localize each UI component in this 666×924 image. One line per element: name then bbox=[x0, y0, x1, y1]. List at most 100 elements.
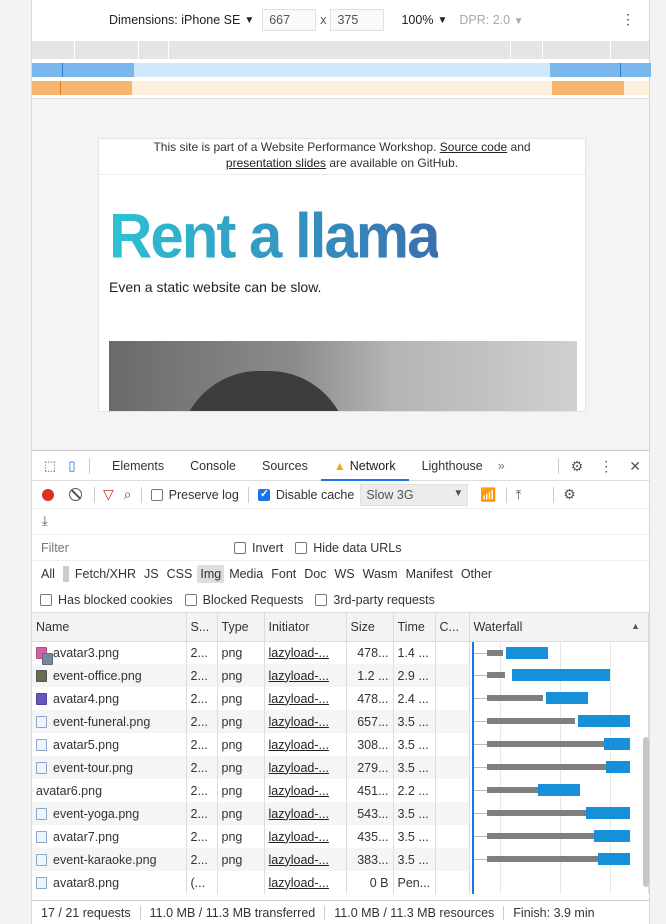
cell-status: 2... bbox=[186, 802, 218, 825]
type-filter-js[interactable]: JS bbox=[141, 565, 162, 583]
type-filter-all[interactable]: All bbox=[38, 565, 58, 583]
has-blocked-cookies-checkbox[interactable]: Has blocked cookies bbox=[40, 593, 173, 607]
cell-initiator[interactable]: lazyload-... bbox=[264, 641, 347, 664]
cell-initiator[interactable]: lazyload-... bbox=[264, 756, 347, 779]
type-filter-manifest[interactable]: Manifest bbox=[403, 565, 456, 583]
type-filter-other[interactable]: Other bbox=[458, 565, 495, 583]
type-filter-img[interactable]: Img bbox=[197, 565, 225, 583]
type-filter-fetch-xhr[interactable]: Fetch/XHR bbox=[72, 565, 139, 583]
cell-initiator[interactable]: lazyload-... bbox=[264, 687, 347, 710]
cell-cache bbox=[435, 687, 470, 710]
devtools-panel: ⬚ ▯ Elements Console Sources ▲ Network Li… bbox=[32, 450, 649, 924]
tab-elements[interactable]: Elements bbox=[99, 451, 177, 481]
cell-cache bbox=[435, 871, 470, 894]
table-scrollbar[interactable] bbox=[643, 737, 649, 887]
cell-waterfall bbox=[469, 848, 649, 871]
disable-cache-checkbox[interactable]: Disable cache bbox=[257, 487, 354, 502]
cell-initiator[interactable]: lazyload-... bbox=[264, 825, 347, 848]
hide-data-urls-checkbox[interactable]: Hide data URLs bbox=[295, 541, 402, 555]
device-toggle-icon[interactable]: ▯ bbox=[64, 458, 80, 474]
table-row[interactable]: event-yoga.png 2... png lazyload-... 543... 3… bbox=[32, 802, 649, 825]
network-settings-gear-icon[interactable]: ⚙ bbox=[563, 486, 576, 503]
cell-size: 308... bbox=[346, 733, 394, 756]
table-row[interactable]: avatar7.png 2... png lazyload-... 435... 3.5 … bbox=[32, 825, 649, 848]
table-row[interactable]: avatar4.png 2... png lazyload-... 478... 2.4 … bbox=[32, 687, 649, 710]
throttling-select[interactable]: Slow 3G ▼ bbox=[360, 483, 469, 506]
slides-link[interactable]: presentation slides bbox=[226, 156, 326, 170]
cell-cache bbox=[435, 641, 470, 664]
type-filter-css[interactable]: CSS bbox=[164, 565, 196, 583]
type-filter-media[interactable]: Media bbox=[226, 565, 266, 583]
table-row[interactable]: event-karaoke.png 2... png lazyload-... 383.… bbox=[32, 848, 649, 871]
media-query-bar-max[interactable] bbox=[32, 41, 649, 59]
table-row[interactable]: avatar8.png (... lazyload-... 0 B Pen... bbox=[32, 871, 649, 894]
column-name[interactable]: Name bbox=[32, 613, 187, 642]
tab-network[interactable]: ▲ Network bbox=[320, 451, 409, 481]
waterfall-waiting-bar bbox=[486, 672, 505, 678]
source-code-link[interactable]: Source code bbox=[440, 140, 507, 154]
table-row[interactable]: event-tour.png 2... png lazyload-... 279... 3… bbox=[32, 756, 649, 779]
dimensions-dropdown[interactable]: Dimensions: iPhone SE ▼ bbox=[109, 13, 254, 27]
waterfall-queue-bar bbox=[473, 813, 487, 814]
column-type[interactable]: Type bbox=[217, 613, 265, 642]
cell-initiator[interactable]: lazyload-... bbox=[264, 779, 347, 802]
cell-initiator[interactable]: lazyload-... bbox=[264, 802, 347, 825]
blocked-requests-checkbox[interactable]: Blocked Requests bbox=[184, 593, 303, 607]
network-conditions-icon[interactable]: 📶 bbox=[480, 487, 496, 503]
table-row[interactable]: avatar3.png 2... png lazyload-... 478... 1.4 … bbox=[32, 641, 649, 664]
media-query-bar-min-max[interactable] bbox=[32, 63, 651, 77]
import-har-icon[interactable]: ⤒ bbox=[516, 487, 522, 503]
dpr-dropdown[interactable]: DPR: 2.0 ▼ bbox=[459, 13, 523, 27]
column-cache[interactable]: C... bbox=[435, 613, 470, 642]
width-input[interactable]: 667 bbox=[262, 9, 317, 31]
zoom-dropdown[interactable]: 100% ▼ bbox=[401, 13, 447, 27]
height-input[interactable]: 375 bbox=[330, 9, 385, 31]
cell-initiator[interactable]: lazyload-... bbox=[264, 710, 347, 733]
invert-checkbox[interactable]: Invert bbox=[234, 541, 283, 555]
inspect-element-icon[interactable]: ⬚ bbox=[42, 458, 58, 474]
waterfall-gridline bbox=[609, 641, 611, 664]
kebab-icon[interactable]: ⋮ bbox=[599, 458, 613, 475]
cell-size: 0 B bbox=[346, 871, 394, 894]
third-party-requests-checkbox[interactable]: 3rd-party requests bbox=[315, 593, 435, 607]
search-icon[interactable]: ⌕ bbox=[124, 486, 132, 503]
column-waterfall[interactable]: Waterfall ▲ bbox=[469, 613, 649, 642]
cell-initiator[interactable]: lazyload-... bbox=[264, 871, 347, 894]
waterfall-download-bar bbox=[603, 738, 630, 750]
tab-lighthouse[interactable]: Lighthouse bbox=[409, 451, 496, 481]
table-row[interactable]: event-funeral.png 2... png lazyload-... 657.… bbox=[32, 710, 649, 733]
table-row[interactable]: avatar6.png 2... png lazyload-... 451... 2.2 … bbox=[32, 653, 649, 802]
column-size[interactable]: Size bbox=[346, 613, 394, 642]
column-status[interactable]: S... bbox=[186, 613, 218, 642]
cell-initiator[interactable]: lazyload-... bbox=[264, 664, 347, 687]
close-icon[interactable]: ✕ bbox=[629, 458, 641, 475]
cell-size: 478... bbox=[346, 641, 394, 664]
more-tabs-icon[interactable]: » bbox=[498, 459, 505, 473]
record-icon[interactable] bbox=[42, 488, 54, 501]
table-row[interactable]: avatar5.png 2... png lazyload-... 308... 3.5 … bbox=[32, 733, 649, 756]
cell-size: 1.2 ... bbox=[346, 664, 394, 687]
network-status-bar: 17 / 21 requests 11.0 MB / 11.3 MB trans… bbox=[32, 900, 649, 924]
media-query-bar-min[interactable] bbox=[32, 81, 649, 95]
filter-funnel-icon[interactable]: ▽ bbox=[103, 486, 114, 503]
cell-initiator[interactable]: lazyload-... bbox=[264, 733, 347, 756]
tab-console[interactable]: Console bbox=[177, 451, 249, 481]
table-row[interactable]: event-office.png 2... png lazyload-... 1.2 .… bbox=[32, 664, 649, 687]
filter-input[interactable] bbox=[38, 537, 218, 558]
waterfall-gridline bbox=[609, 664, 611, 687]
settings-gear-icon[interactable]: ⚙ bbox=[571, 458, 584, 475]
type-filter-ws[interactable]: WS bbox=[331, 565, 357, 583]
column-time[interactable]: Time bbox=[393, 613, 436, 642]
type-filter-font[interactable]: Font bbox=[268, 565, 299, 583]
type-filter-doc[interactable]: Doc bbox=[301, 565, 329, 583]
cell-type: png bbox=[217, 825, 265, 848]
column-initiator[interactable]: Initiator bbox=[264, 613, 347, 642]
tab-sources[interactable]: Sources bbox=[249, 451, 321, 481]
kebab-icon[interactable]: ⋮ bbox=[621, 12, 635, 26]
clear-icon[interactable] bbox=[69, 488, 82, 501]
export-har-icon[interactable]: ⤓ bbox=[42, 513, 48, 529]
preserve-log-checkbox[interactable]: Preserve log bbox=[150, 488, 239, 502]
cell-initiator[interactable]: lazyload-... bbox=[264, 848, 347, 871]
type-filter-wasm[interactable]: Wasm bbox=[360, 565, 401, 583]
waterfall-gridline bbox=[609, 687, 611, 710]
